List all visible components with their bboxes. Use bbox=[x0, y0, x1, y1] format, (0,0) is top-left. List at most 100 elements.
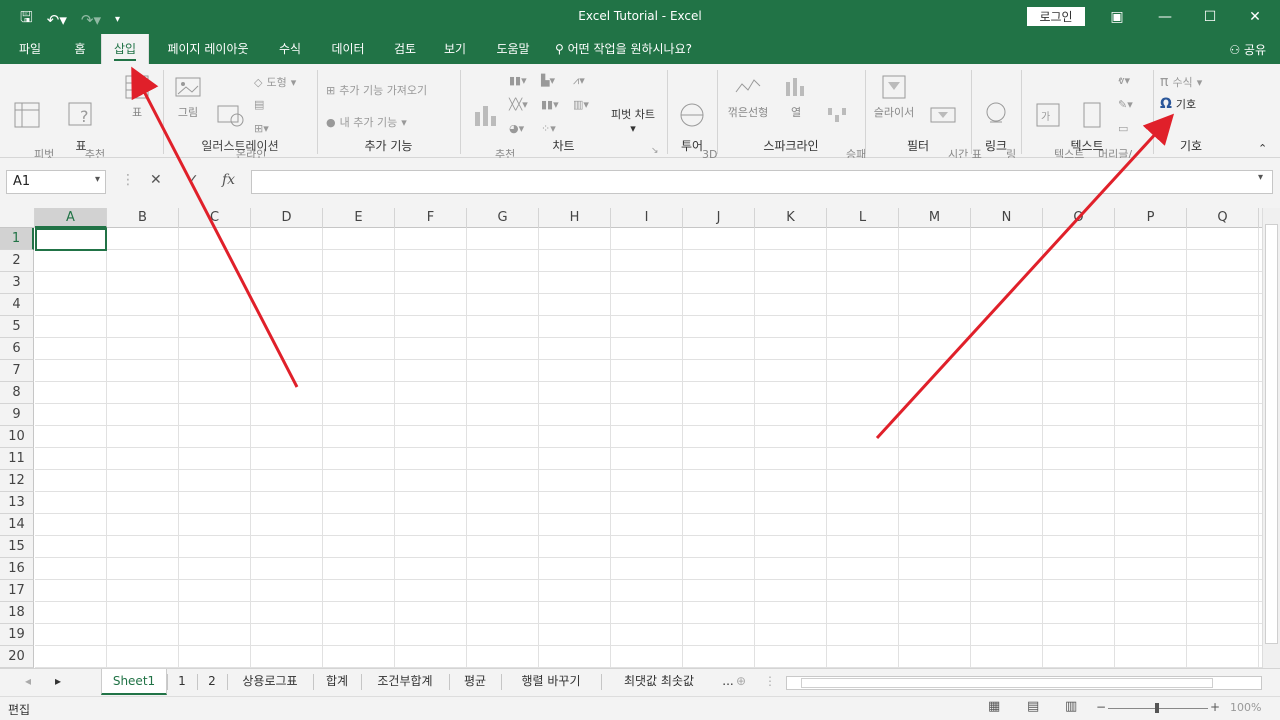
sheet-tab[interactable]: 1 bbox=[167, 669, 197, 695]
row-header[interactable]: 5 bbox=[0, 316, 34, 338]
get-addins-button[interactable]: ⊞ 추가 기능 가져오기 bbox=[326, 82, 427, 98]
row-header[interactable]: 17 bbox=[0, 580, 34, 602]
scatter-chart-button[interactable]: ⁘▾ bbox=[541, 122, 556, 135]
tab-split-handle[interactable]: ⋮ bbox=[764, 669, 776, 695]
column-header[interactable]: I bbox=[611, 208, 683, 228]
row-header[interactable]: 2 bbox=[0, 250, 34, 272]
column-header[interactable]: Q bbox=[1187, 208, 1259, 228]
bar-chart-button[interactable]: ▮▮▾ bbox=[541, 98, 559, 111]
cancel-icon[interactable]: ✕ bbox=[150, 172, 162, 188]
save-icon[interactable]: 🖫 bbox=[20, 7, 33, 32]
slicer-button[interactable]: 슬라이서 bbox=[868, 72, 920, 120]
tell-me-search[interactable]: ⚲ 어떤 작업을 원하시나요? bbox=[555, 34, 725, 64]
wordart-button[interactable]: ⱴ▾ bbox=[1118, 74, 1130, 87]
tab-review[interactable]: 검토 bbox=[384, 34, 426, 64]
undo-icon[interactable]: ↶▾ bbox=[47, 11, 67, 29]
row-header[interactable]: 20 bbox=[0, 646, 34, 668]
smartart-button[interactable]: ▤ bbox=[254, 98, 264, 111]
hierarchy-chart-button[interactable]: ▙▾ bbox=[541, 74, 555, 87]
name-box[interactable]: A1 bbox=[6, 170, 106, 194]
select-all-corner[interactable] bbox=[0, 208, 35, 228]
row-header[interactable]: 1 bbox=[0, 228, 34, 250]
tab-data[interactable]: 데이터 bbox=[320, 34, 376, 64]
page-break-view-icon[interactable]: ▥ bbox=[1065, 699, 1077, 714]
new-sheet-icon[interactable]: ⊕ bbox=[730, 669, 752, 695]
row-header[interactable]: 15 bbox=[0, 536, 34, 558]
my-addins-button[interactable]: ● 내 추가 기능 ▾ bbox=[326, 114, 407, 130]
tab-help[interactable]: 도움말 bbox=[486, 34, 540, 64]
table-button[interactable]: 표 bbox=[118, 72, 156, 120]
sheet-tab[interactable]: 최댓값 최솟값 bbox=[601, 669, 717, 695]
formula-input[interactable] bbox=[251, 170, 1273, 194]
tab-insert[interactable]: 삽입 bbox=[101, 34, 149, 64]
cell-area[interactable] bbox=[35, 228, 1262, 668]
zoom-level[interactable]: 100% bbox=[1230, 701, 1261, 714]
sheet-tab[interactable]: Sheet1 bbox=[101, 669, 167, 695]
column-header[interactable]: B bbox=[107, 208, 179, 228]
zoom-out-icon[interactable]: − bbox=[1096, 700, 1106, 714]
page-layout-view-icon[interactable]: ▤ bbox=[1027, 699, 1039, 714]
signature-line-button[interactable]: ✎▾ bbox=[1118, 98, 1133, 111]
scroll-left-sheets-icon[interactable]: ◂ bbox=[18, 669, 38, 695]
line-chart-button[interactable]: ⩘▾ bbox=[573, 74, 585, 88]
column-header[interactable]: H bbox=[539, 208, 611, 228]
row-header[interactable]: 19 bbox=[0, 624, 34, 646]
column-header[interactable]: E bbox=[323, 208, 395, 228]
tab-view[interactable]: 보기 bbox=[434, 34, 476, 64]
column-header[interactable]: D bbox=[251, 208, 323, 228]
column-header[interactable]: A bbox=[35, 208, 107, 228]
login-button[interactable]: 로그인 bbox=[1027, 7, 1085, 26]
row-header[interactable]: 10 bbox=[0, 426, 34, 448]
combo-chart-button[interactable]: ▥▾ bbox=[573, 98, 589, 111]
sheet-tab[interactable]: 2 bbox=[197, 669, 227, 695]
sheet-tab[interactable]: 조건부합계 bbox=[361, 669, 449, 695]
enter-icon[interactable]: ✓ bbox=[187, 172, 199, 188]
vertical-scroll-thumb[interactable] bbox=[1265, 224, 1278, 644]
row-header[interactable]: 18 bbox=[0, 602, 34, 624]
row-header[interactable]: 13 bbox=[0, 492, 34, 514]
column-header[interactable]: K bbox=[755, 208, 827, 228]
close-button[interactable]: ✕ bbox=[1240, 5, 1270, 29]
pie-chart-button[interactable]: ◕▾ bbox=[509, 122, 524, 135]
row-header[interactable]: 14 bbox=[0, 514, 34, 536]
row-header[interactable]: 9 bbox=[0, 404, 34, 426]
column-header[interactable]: N bbox=[971, 208, 1043, 228]
column-header[interactable]: L bbox=[827, 208, 899, 228]
redo-icon[interactable]: ↷▾ bbox=[81, 11, 101, 29]
shapes-button[interactable]: ◇ 도형 ▾ bbox=[254, 74, 296, 90]
zoom-in-icon[interactable]: + bbox=[1210, 700, 1220, 714]
sheet-tab[interactable]: 상용로그표 bbox=[227, 669, 313, 695]
row-header[interactable]: 12 bbox=[0, 470, 34, 492]
active-cell-a1[interactable] bbox=[35, 228, 107, 251]
sparkline-column-button[interactable]: 열 bbox=[778, 72, 814, 120]
normal-view-icon[interactable]: ▦ bbox=[988, 699, 1000, 714]
sheet-tab[interactable]: 행렬 바꾸기 bbox=[501, 669, 601, 695]
ribbon-display-options-icon[interactable]: ▣ bbox=[1102, 5, 1132, 29]
column-chart-button[interactable]: ▮▮▾ bbox=[509, 74, 527, 87]
column-header[interactable]: G bbox=[467, 208, 539, 228]
scroll-right-sheets-icon[interactable]: ▸ bbox=[48, 669, 68, 695]
horizontal-scrollbar[interactable] bbox=[786, 676, 1262, 690]
minimize-button[interactable]: — bbox=[1150, 5, 1180, 29]
insert-function-icon[interactable]: fx bbox=[222, 172, 235, 188]
column-header[interactable]: F bbox=[395, 208, 467, 228]
row-header[interactable]: 8 bbox=[0, 382, 34, 404]
picture-button[interactable]: 그림 bbox=[170, 72, 206, 120]
tab-file[interactable]: 파일 bbox=[8, 34, 52, 64]
column-header[interactable]: P bbox=[1115, 208, 1187, 228]
column-header[interactable]: J bbox=[683, 208, 755, 228]
share-button[interactable]: ⚇ 공유 bbox=[1229, 41, 1266, 58]
sheet-tab[interactable]: 합계 bbox=[313, 669, 361, 695]
pivot-chart-button[interactable]: 피벗 차트 ▾ bbox=[605, 108, 661, 136]
customize-toolbar-icon[interactable]: ▾ bbox=[115, 14, 120, 25]
row-header[interactable]: 7 bbox=[0, 360, 34, 382]
screenshot-button[interactable]: ⊞▾ bbox=[254, 122, 269, 135]
row-header[interactable]: 6 bbox=[0, 338, 34, 360]
sparkline-line-button[interactable]: 꺾은선형 bbox=[722, 72, 774, 120]
symbol-button[interactable]: Ω 기호 bbox=[1160, 96, 1196, 112]
object-button[interactable]: ▭ bbox=[1118, 122, 1128, 135]
row-header[interactable]: 4 bbox=[0, 294, 34, 316]
vertical-scrollbar[interactable] bbox=[1262, 208, 1280, 668]
tab-home[interactable]: 홈 bbox=[62, 34, 98, 64]
horizontal-scroll-thumb[interactable] bbox=[801, 678, 1213, 688]
